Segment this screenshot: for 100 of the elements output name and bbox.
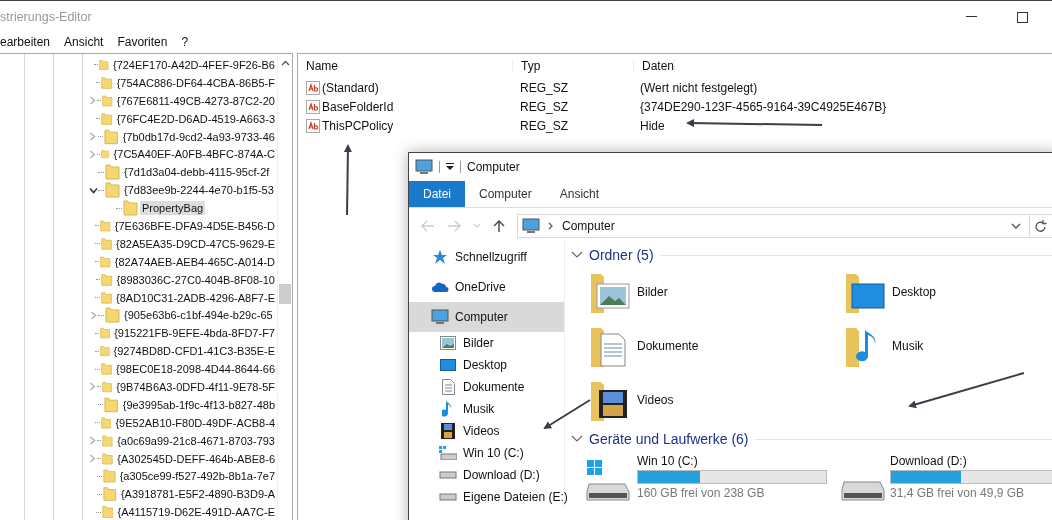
menu-item[interactable]: ? <box>181 35 189 49</box>
tree-item[interactable]: {7d1d3a04-debb-4115-95cf-2f <box>122 165 272 180</box>
menu-item[interactable]: Favoriten <box>117 35 168 49</box>
tree-item[interactable]: {7b0db17d-9cd2-4a93-9733-46 <box>120 129 277 144</box>
nav-item[interactable]: OneDrive <box>409 272 564 302</box>
free-space-text: 31,4 GB frei von 49,9 GB <box>890 486 1026 500</box>
folder-icon <box>101 271 113 288</box>
value-name: (Standard) <box>322 80 379 95</box>
monitor-icon <box>522 218 540 234</box>
string-value-icon <box>306 80 320 95</box>
tree-item[interactable]: {9e3995ab-1f9c-4f13-b827-48b <box>120 397 277 412</box>
folder-label[interactable]: Dokumente <box>637 339 699 353</box>
drive-icon <box>439 471 457 479</box>
value-name: BaseFolderId <box>322 99 394 114</box>
back-arrow-icon[interactable] <box>421 220 435 232</box>
tree-item[interactable]: {8983036C-27C0-404B-8F08-10 <box>114 272 277 287</box>
ribbon-tab[interactable]: Datei <box>409 181 465 207</box>
tree-item[interactable]: {7d83ee9b-2244-4e70-b1f5-53 <box>122 183 276 198</box>
folder-icon <box>102 450 114 467</box>
tree-item[interactable]: {7C5A40EF-A0FB-4BFC-874A-C <box>111 147 277 162</box>
value-type: REG_SZ <box>519 99 569 114</box>
folder-icon <box>101 74 113 91</box>
column-header[interactable]: Daten <box>634 59 676 73</box>
scrollbar[interactable] <box>277 54 292 520</box>
refresh-icon[interactable] <box>1035 219 1047 233</box>
chevron-down-icon[interactable] <box>1011 222 1021 230</box>
film-icon <box>441 423 455 439</box>
tree-item[interactable]: {767E6811-49CB-4273-87C2-20 <box>114 93 277 108</box>
window-title: strierungs-Editor <box>0 10 92 24</box>
tree-item[interactable]: {76FC4E2D-D6AD-4519-A663-3 <box>114 111 277 126</box>
nav-item[interactable]: Download (D:) <box>409 464 564 486</box>
maximize-icon[interactable] <box>1017 11 1028 23</box>
annotation-arrow <box>543 399 591 430</box>
scroll-up-icon[interactable] <box>280 60 290 66</box>
tree-item[interactable]: {98EC0E18-2098-4D44-8644-66 <box>114 362 277 377</box>
nav-item[interactable]: Musik <box>409 398 564 420</box>
folder-label[interactable]: Musik <box>892 339 924 353</box>
value-data: {374DE290-123F-4565-9164-39C4925E467B} <box>639 99 887 114</box>
tree-item[interactable]: {915221FB-9EFE-4bda-8FD7-F7 <box>112 326 277 341</box>
ribbon-tab[interactable]: Computer <box>465 181 546 207</box>
value-type: REG_SZ <box>519 80 569 95</box>
column-header[interactable]: Typ <box>513 59 634 73</box>
folder-label[interactable]: Videos <box>637 393 674 407</box>
tree-item[interactable]: {a305ce99-f527-492b-8b1a-7e7 <box>117 469 277 484</box>
tree-item[interactable]: {A3918781-E5F2-4890-B3D9-A <box>118 487 277 502</box>
drive-label[interactable]: Win 10 (C:) <box>637 454 827 468</box>
tree-item[interactable]: {A302545D-DEFF-464b-ABE8-6 <box>115 451 277 466</box>
folder-icon <box>100 414 112 431</box>
tree-item[interactable]: {82A74AEB-AEB4-465C-A014-D <box>112 254 277 269</box>
tree-item[interactable]: {9E52AB10-F80D-49DF-ACB8-4 <box>113 415 277 430</box>
tree-item[interactable]: {754AC886-DF64-4CBA-86B5-F <box>114 75 277 90</box>
scrollbar-thumb[interactable] <box>279 284 291 304</box>
tree-item[interactable]: {724EF170-A42D-4FEF-9F26-B6 <box>110 57 277 72</box>
nav-item[interactable]: Computer <box>409 302 564 332</box>
picture-icon <box>440 336 456 350</box>
column-header[interactable]: Name <box>298 59 513 73</box>
tree-item[interactable]: {905e63b6-c1bf-494e-b29c-65 <box>122 308 275 323</box>
tree-item[interactable]: PropertyBag <box>140 201 206 216</box>
nav-item[interactable]: Dokumente <box>409 376 564 398</box>
folder-icon <box>100 217 111 234</box>
tree-item[interactable]: {8AD10C31-2ADB-4296-A8F7-E <box>114 290 277 305</box>
menu-item[interactable]: Ansicht <box>64 35 104 49</box>
nav-item[interactable]: Win 10 (C:) <box>409 442 564 464</box>
tree-item[interactable]: {82A5EA35-D9CD-47C5-9629-E <box>114 236 277 251</box>
folder-icon <box>102 92 113 109</box>
address-text: Computer <box>562 219 616 233</box>
ribbon-tab[interactable]: Ansicht <box>545 181 614 207</box>
folder-icon <box>100 253 111 270</box>
tree-item[interactable]: {a0c69a99-21c8-4671-8703-793 <box>115 433 277 448</box>
chevron-icon[interactable] <box>88 185 98 195</box>
tree-item[interactable]: {9B74B6A3-0DFD-4f11-9E78-5F <box>114 379 277 394</box>
collapse-chevron-icon[interactable] <box>571 435 583 443</box>
dropdown-icon[interactable] <box>446 163 454 171</box>
collapse-chevron-icon[interactable] <box>571 251 583 259</box>
drive-icon <box>439 493 457 501</box>
folder-label[interactable]: Desktop <box>892 285 937 299</box>
folder-icon <box>123 200 138 217</box>
menu-item[interactable]: earbeiten <box>0 35 51 49</box>
folder-icon <box>105 182 120 199</box>
nav-item[interactable]: Desktop <box>409 354 564 376</box>
group-heading[interactable]: Geräte und Laufwerke (6) <box>589 431 749 447</box>
music-note-icon <box>442 400 454 418</box>
folder-icon <box>105 307 120 324</box>
folder-icon <box>102 432 114 449</box>
minimize-icon[interactable] <box>966 16 977 18</box>
tree-item[interactable]: {A4115719-D62E-491D-AA7C-E <box>115 505 277 520</box>
up-arrow-icon[interactable] <box>493 219 505 233</box>
address-bar[interactable]: Computer <box>517 214 1052 238</box>
nav-item[interactable]: Videos <box>409 420 564 442</box>
nav-item[interactable]: Bilder <box>409 332 564 354</box>
forward-arrow-icon[interactable] <box>447 220 461 232</box>
star-icon <box>432 249 448 265</box>
group-heading[interactable]: Ordner (5) <box>589 247 654 263</box>
folder-label[interactable]: Bilder <box>637 285 668 299</box>
tree-item[interactable]: {9274BD8D-CFD1-41C3-B35E-E <box>111 344 277 359</box>
tree-item[interactable]: {7E636BFE-DFA9-4D5E-B456-D <box>112 218 277 233</box>
drive-label[interactable]: Download (D:) <box>890 454 1052 468</box>
nav-item[interactable]: Schnellzugriff <box>409 242 564 272</box>
windows-drive-icon <box>439 446 457 460</box>
drive-icon <box>840 480 886 502</box>
